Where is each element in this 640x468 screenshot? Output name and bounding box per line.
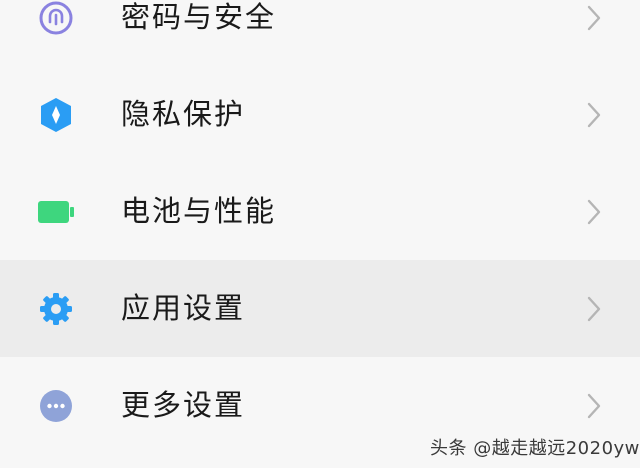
settings-item-label: 电池与性能 <box>121 194 277 228</box>
chevron-right-icon <box>584 391 604 421</box>
battery-icon <box>36 192 76 232</box>
watermark-text: 头条 @越走越远2020ywx <box>430 438 640 459</box>
settings-item-password-security[interactable]: 密码与安全 <box>0 0 640 66</box>
chevron-right-icon <box>584 197 604 227</box>
settings-item-battery[interactable]: 电池与性能 <box>0 163 640 260</box>
settings-item-privacy[interactable]: 隐私保护 <box>0 66 640 163</box>
fingerprint-icon <box>36 0 76 38</box>
gear-icon <box>36 289 76 329</box>
chevron-right-icon <box>584 100 604 130</box>
more-dots-icon <box>36 386 76 426</box>
chevron-right-icon <box>584 3 604 33</box>
settings-list: 密码与安全 隐私保护 电池与性能 应用设置 更多设置 头条 @越走越远2020y… <box>0 0 640 468</box>
settings-item-label: 更多设置 <box>121 388 246 422</box>
settings-item-label: 应用设置 <box>121 291 246 325</box>
settings-item-label: 隐私保护 <box>121 97 246 131</box>
chevron-right-icon <box>584 294 604 324</box>
settings-item-app-settings[interactable]: 应用设置 <box>0 260 640 357</box>
privacy-shield-icon <box>36 95 76 135</box>
settings-item-label: 密码与安全 <box>121 0 277 34</box>
